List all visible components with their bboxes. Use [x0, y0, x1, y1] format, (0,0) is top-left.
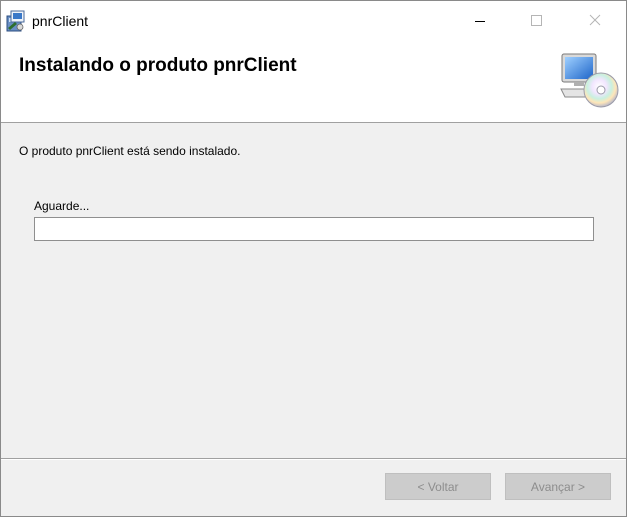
close-button[interactable]	[567, 1, 625, 41]
title-bar[interactable]: pnrClient	[1, 1, 626, 41]
banner-divider	[1, 122, 626, 123]
header-banner: Instalando o produto pnrClient	[1, 41, 626, 122]
footer-divider-highlight	[1, 459, 626, 460]
maximize-button[interactable]	[508, 1, 566, 41]
back-button[interactable]: < Voltar	[385, 473, 491, 500]
installer-package-icon	[6, 10, 26, 32]
computer-cd-icon	[559, 53, 619, 109]
progress-label: Aguarde...	[34, 199, 90, 213]
status-message: O produto pnrClient está sendo instalado…	[19, 144, 241, 158]
next-button[interactable]: Avançar >	[505, 473, 611, 500]
minimize-button[interactable]	[450, 1, 508, 41]
page-title: Instalando o produto pnrClient	[19, 55, 297, 76]
progress-bar	[34, 217, 594, 241]
window-title: pnrClient	[32, 13, 89, 29]
installer-window: pnrClient Instalando o produto pnrClient	[0, 0, 627, 517]
